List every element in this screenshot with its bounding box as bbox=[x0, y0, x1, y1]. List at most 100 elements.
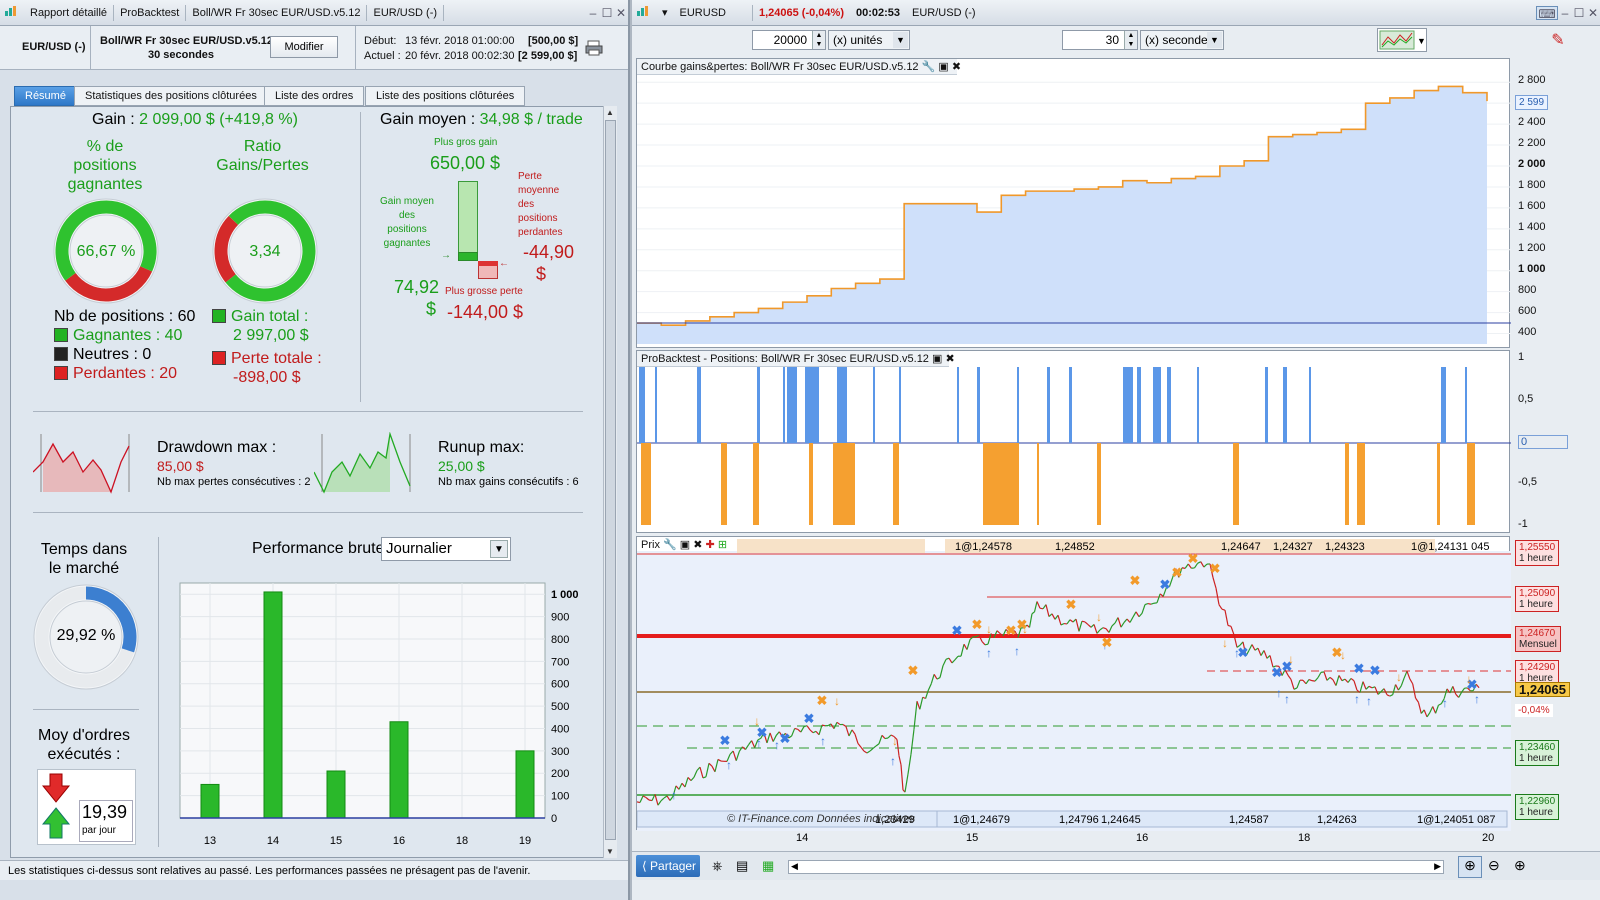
x-tick-label: 16 bbox=[1136, 832, 1149, 844]
drawdown-value: 85,00 $ bbox=[157, 458, 204, 474]
short-position-bar bbox=[753, 443, 759, 525]
keyboard-icon[interactable]: ⌨ bbox=[1536, 5, 1558, 21]
x-tick-label: 18 bbox=[1298, 832, 1311, 844]
losers-legend: Perdantes : 20 bbox=[54, 365, 177, 383]
chevron-down-icon[interactable]: ▼ bbox=[490, 540, 508, 558]
exit-cross: ✖ bbox=[720, 733, 731, 748]
long-position-bar bbox=[1137, 367, 1141, 443]
y-tick-label: 2 000 bbox=[1518, 158, 1546, 170]
short-position-bar bbox=[1467, 443, 1475, 525]
long-position-bar bbox=[639, 367, 645, 443]
short-position-bar bbox=[721, 443, 727, 525]
tab-instrument[interactable]: EUR/USD (-) bbox=[367, 4, 445, 21]
chevron-down-icon[interactable]: ▼ bbox=[1207, 32, 1222, 48]
tab-closed-positions[interactable]: Liste des positions clôturées bbox=[365, 86, 526, 106]
scroll-right-icon[interactable]: ▶ bbox=[1434, 861, 1441, 872]
maximize-icon[interactable]: ☐ bbox=[600, 6, 614, 20]
long-position-bar bbox=[655, 367, 657, 443]
avg-win-value: 74,92 $ bbox=[393, 277, 439, 319]
spinner-arrows-icon[interactable]: ▲ ▼ bbox=[812, 31, 825, 49]
spinner-arrows-icon[interactable]: ▲ ▼ bbox=[1124, 31, 1137, 49]
tab-probacktest[interactable]: ProBacktest bbox=[114, 4, 187, 21]
units-select[interactable]: (x) unités ▼ bbox=[828, 30, 910, 50]
exit-cross: ✖ bbox=[804, 711, 815, 726]
equity-axis: 400 600 800 1 000 1 200 1 400 1 600 1 800 2 000 2… bbox=[1512, 58, 1572, 348]
avg-gain-label: Gain moyen : bbox=[380, 111, 476, 128]
avg-loss-bar bbox=[478, 261, 498, 266]
price-segment bbox=[984, 643, 989, 646]
close-icon[interactable]: ✕ bbox=[614, 6, 628, 20]
y-tick-label: 1 200 bbox=[1518, 241, 1546, 254]
chart-type-icon[interactable]: ▼ bbox=[1377, 28, 1427, 52]
avg-loss-value: -44,90 $ bbox=[522, 242, 574, 284]
x-tick-label: 20 bbox=[1482, 832, 1495, 844]
horizontal-scrollbar[interactable]: ◀ ▶ bbox=[788, 860, 1444, 874]
y-tick-label: 800 bbox=[551, 634, 569, 646]
sell-arrow: ↓ bbox=[1340, 648, 1346, 662]
scroll-left-icon[interactable]: ◀ bbox=[791, 861, 798, 872]
sell-arrow: ↓ bbox=[1466, 672, 1472, 686]
last-price-tag: 1,24065 bbox=[1515, 682, 1570, 697]
period-select[interactable]: Journalier ▼ bbox=[381, 537, 511, 561]
mouse-icon[interactable]: ⎈ bbox=[712, 858, 722, 874]
runup-sparkline bbox=[314, 432, 411, 494]
end-label: Actuel : bbox=[364, 50, 401, 62]
x-tick-label: 16 bbox=[393, 835, 405, 847]
runup-label: Runup max: bbox=[438, 439, 525, 456]
zoom-in-icon[interactable]: ⊕ bbox=[1514, 857, 1526, 874]
report-titlebar: Rapport détaillé ProBacktest Boll/WR Fr … bbox=[0, 0, 628, 26]
price-segment bbox=[1227, 624, 1232, 627]
pct-winning-value: 66,67 % bbox=[76, 243, 136, 260]
minimize-icon[interactable]: – bbox=[586, 6, 600, 20]
grid-icon[interactable]: ▦ bbox=[762, 858, 774, 874]
pct-winning-title: % de positions gagnantes bbox=[67, 138, 143, 193]
zoom-out-icon[interactable]: ⊖ bbox=[1488, 857, 1500, 874]
tab-resume[interactable]: Résumé bbox=[14, 86, 77, 106]
long-position-bar bbox=[957, 367, 959, 443]
x-tick-label: 15 bbox=[966, 832, 979, 844]
zoom-area-icon[interactable]: ⊕ bbox=[1458, 856, 1482, 878]
loss-total-label: Perte totale : bbox=[212, 350, 322, 368]
arrow-right-icon: → bbox=[441, 250, 451, 261]
arrow-left-icon: ← bbox=[499, 258, 509, 269]
entry-cross: ✖ bbox=[1130, 573, 1141, 588]
close-icon[interactable]: ✕ bbox=[1586, 6, 1600, 20]
disclaimer-footer: Les statistiques ci-dessus sont relative… bbox=[0, 860, 628, 880]
price-segment bbox=[1311, 680, 1316, 682]
x-tick-label: 14 bbox=[796, 832, 809, 844]
chart-window: ▾ EURUSD 1,24065 (-0,04%) 00:02:53 EUR/U… bbox=[632, 0, 1600, 900]
tab-orders[interactable]: Liste des ordres bbox=[264, 86, 365, 106]
scrollbar[interactable]: ▲ ▼ bbox=[603, 106, 617, 858]
divider bbox=[360, 112, 361, 402]
seconds-select[interactable]: (x) secondes ▼ bbox=[1140, 30, 1224, 50]
exit-cross: ✖ bbox=[1238, 645, 1249, 660]
tab-strategy[interactable]: Boll/WR Fr 30sec EUR/USD.v5.12 bbox=[186, 4, 368, 21]
price-segment bbox=[1147, 602, 1152, 605]
chart-titlebar: ▾ EURUSD 1,24065 (-0,04%) 00:02:53 EUR/U… bbox=[632, 0, 1600, 26]
x-tick-label: 14 bbox=[267, 835, 279, 847]
maximize-icon[interactable]: ☐ bbox=[1572, 6, 1586, 20]
tab-closed-stats[interactable]: Statistiques des positions clôturées bbox=[74, 86, 268, 106]
symbol-label: EURUSD bbox=[674, 4, 753, 21]
buy-arrow: ↑ bbox=[1276, 686, 1282, 700]
y-tick-label: 400 bbox=[551, 723, 569, 735]
pin-icon[interactable]: ✎ bbox=[1548, 30, 1568, 52]
entry-cross: ✖ bbox=[1006, 623, 1017, 638]
long-position-bar bbox=[1047, 367, 1050, 443]
equity-pane: Courbe gains&pertes: Boll/WR Fr 30sec EU… bbox=[636, 58, 1511, 348]
y-tick-label: 600 bbox=[551, 679, 569, 691]
share-button[interactable]: ⟨ Partager bbox=[636, 855, 700, 877]
minimize-icon[interactable]: – bbox=[1558, 6, 1572, 20]
modify-button[interactable]: Modifier bbox=[270, 36, 338, 58]
y-tick-label: 900 bbox=[551, 612, 569, 624]
sell-arrow: ↓ bbox=[1096, 610, 1102, 624]
short-position-bar bbox=[809, 443, 813, 525]
calendar-icon[interactable]: ▤ bbox=[736, 858, 748, 874]
symbol-dropdown-icon[interactable]: ▾ bbox=[656, 5, 674, 21]
chevron-down-icon[interactable]: ▼ bbox=[893, 32, 908, 48]
print-icon[interactable] bbox=[585, 40, 603, 61]
y-tick-label: 0 bbox=[1518, 435, 1568, 449]
long-position-bar bbox=[1309, 367, 1311, 443]
time-in-market-title: Temps dans le marché bbox=[40, 541, 128, 577]
buy-arrow: ↑ bbox=[671, 788, 677, 802]
